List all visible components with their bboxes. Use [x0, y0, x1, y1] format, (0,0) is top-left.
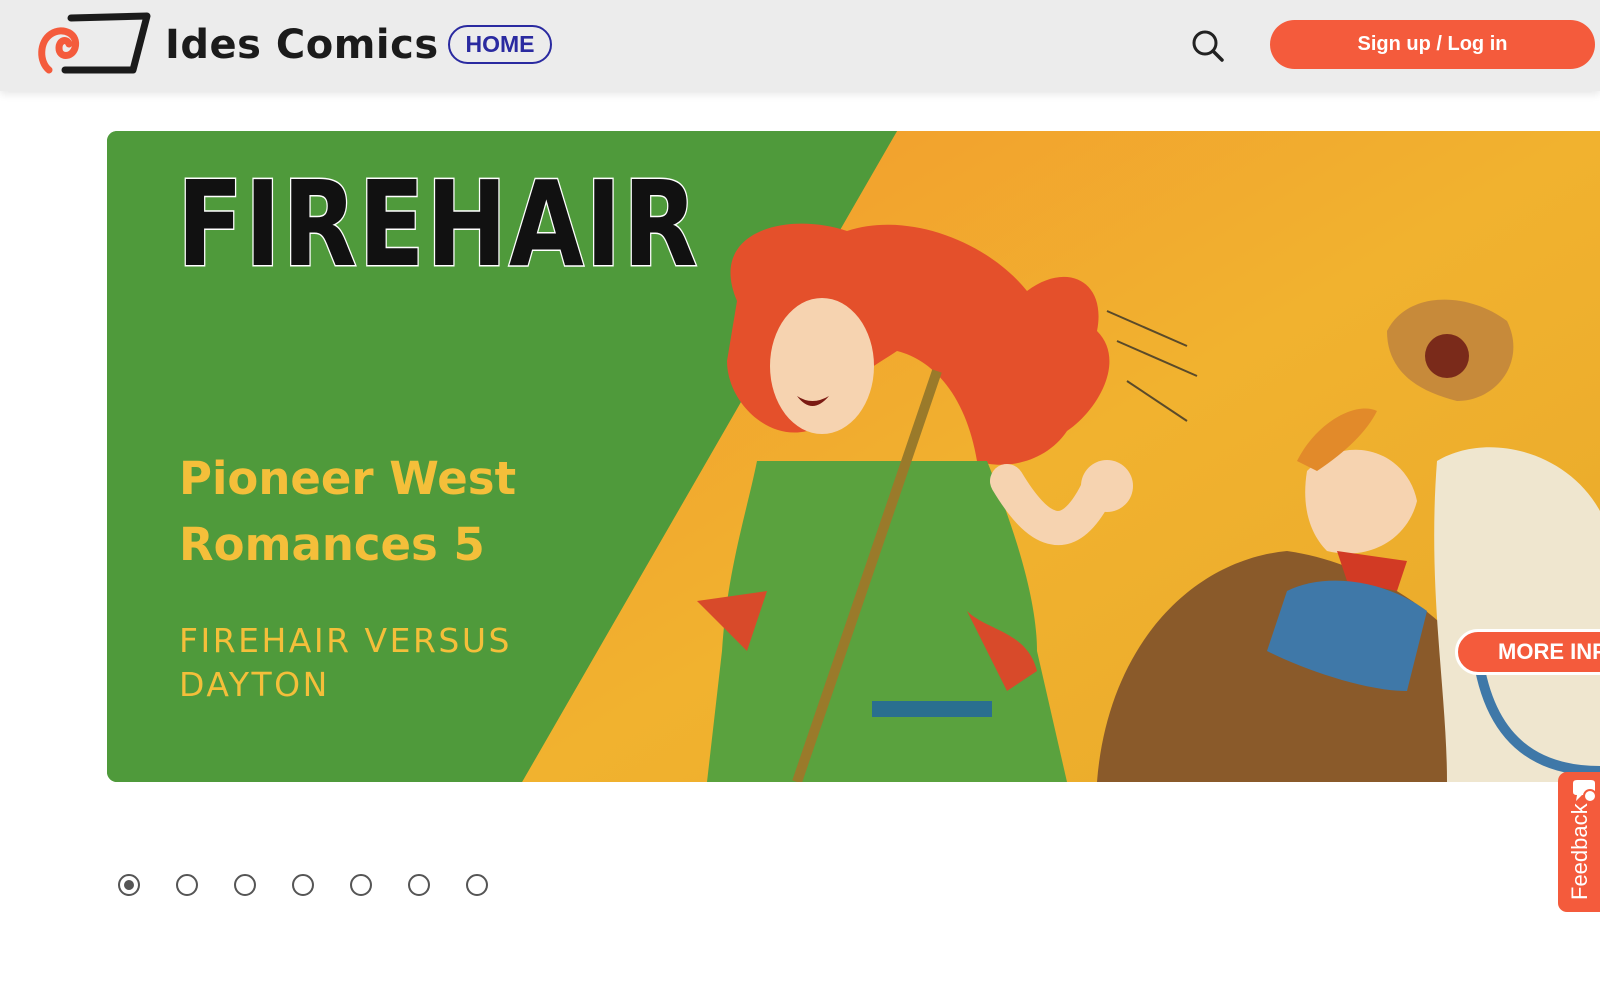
site-header: Ides Comics HOME Sign up / Log in — [0, 0, 1600, 91]
comic-series-title: FIREHAIR — [176, 155, 700, 293]
brand-name[interactable]: Ides Comics — [165, 20, 439, 70]
feedback-label: Feedback — [1567, 803, 1592, 900]
hero-banner[interactable]: FIREHAIR Pioneer West Romances 5 FIREHAI… — [107, 131, 1600, 782]
carousel-pagination — [118, 874, 488, 898]
search-icon[interactable] — [1190, 28, 1226, 64]
carousel-dot-4[interactable] — [292, 874, 314, 896]
carousel-dot-3[interactable] — [234, 874, 256, 896]
carousel-dot-7[interactable] — [466, 874, 488, 896]
carousel-dot-6[interactable] — [408, 874, 430, 896]
carousel-dot-2[interactable] — [176, 874, 198, 896]
carousel-dot-1[interactable] — [118, 874, 140, 896]
feedback-tab[interactable]: Feedback — [1558, 772, 1600, 912]
more-info-button[interactable]: MORE INFO — [1455, 629, 1600, 675]
signup-login-button[interactable]: Sign up / Log in — [1270, 20, 1595, 69]
ides-comics-logo-icon[interactable] — [37, 12, 153, 76]
nav-home-link[interactable]: HOME — [448, 25, 552, 64]
carousel-dot-5[interactable] — [350, 874, 372, 896]
comic-issue-title[interactable]: Pioneer West Romances 5 — [179, 446, 619, 578]
comic-story-subtitle: FIREHAIR VERSUS DAYTON — [179, 621, 512, 704]
